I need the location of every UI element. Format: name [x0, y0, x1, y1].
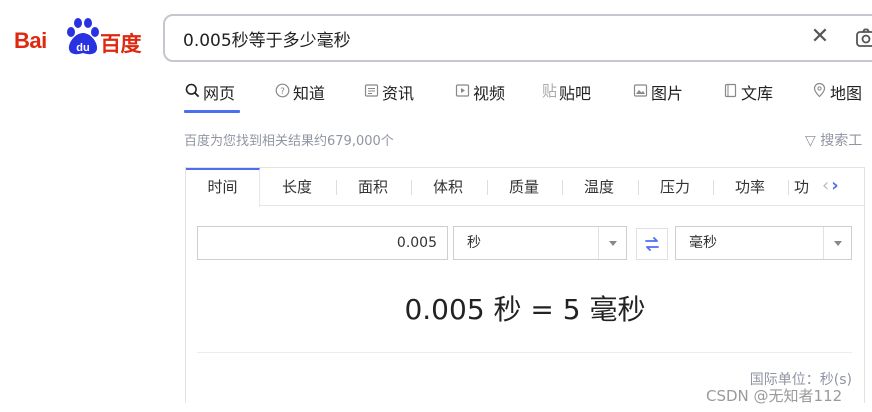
- to-unit-select[interactable]: 毫秒: [675, 226, 852, 260]
- logo-text-du: du: [76, 42, 89, 54]
- nav-item-images[interactable]: 图片: [632, 80, 683, 114]
- doc-icon: [722, 80, 739, 100]
- map-icon: [811, 80, 828, 100]
- chevron-down-icon: [823, 227, 851, 259]
- tieba-icon: 贴: [542, 81, 558, 100]
- nav-item-video[interactable]: 视频: [454, 80, 505, 114]
- tab-length[interactable]: 长度: [260, 168, 334, 206]
- nav-item-zhidao[interactable]: ? 知道: [274, 80, 325, 114]
- tab-power[interactable]: 功率: [713, 168, 787, 206]
- conversion-result: 0.005 秒 = 5 毫秒: [404, 293, 646, 326]
- svg-text:?: ?: [280, 87, 285, 97]
- baidu-logo[interactable]: Bai du 百度: [14, 18, 149, 62]
- nav-item-label: 网页: [203, 84, 236, 103]
- tab-mass[interactable]: 质量: [487, 168, 561, 206]
- unit-converter-card: 时间 长度 面积 体积 质量 温度 压力 功率 功 ‹› 秒 毫秒 0.005 …: [185, 167, 865, 403]
- news-icon: [363, 80, 380, 100]
- nav-item-label: 资讯: [382, 84, 415, 103]
- nav-item-label: 图片: [651, 84, 684, 103]
- tab-scroll-arrows: ‹›: [822, 177, 841, 195]
- nav-item-label: 知道: [293, 84, 326, 103]
- tab-time[interactable]: 时间: [186, 168, 260, 207]
- nav-item-label: 贴吧: [559, 84, 592, 103]
- tab-separator: [788, 180, 789, 195]
- nav-item-label: 地图: [830, 84, 863, 103]
- nav-item-label: 视频: [473, 84, 506, 103]
- active-tab-indicator: [184, 110, 240, 113]
- nav-item-web[interactable]: 网页: [184, 80, 235, 114]
- search-tools-label: 搜索工: [820, 133, 863, 149]
- question-icon: ?: [274, 80, 291, 100]
- nav-item-wenku[interactable]: 文库: [722, 80, 773, 114]
- clear-icon[interactable]: ✕: [808, 26, 832, 50]
- video-icon: [454, 80, 471, 100]
- chevron-down-icon: [598, 227, 626, 259]
- tab-work[interactable]: 功: [794, 168, 822, 206]
- logo-text-bai: Bai: [14, 28, 47, 53]
- from-unit-label: 秒: [467, 235, 481, 251]
- nav-item-news[interactable]: 资讯: [363, 80, 414, 114]
- value-input[interactable]: [197, 226, 448, 260]
- tab-pressure[interactable]: 压力: [638, 168, 712, 206]
- nav-item-tieba[interactable]: 贴 贴吧: [542, 80, 591, 114]
- baidu-paw-icon: du: [67, 18, 99, 55]
- chevron-right-icon[interactable]: ›: [831, 175, 840, 196]
- image-icon: [632, 80, 649, 100]
- swap-units-button[interactable]: [636, 228, 668, 260]
- swap-icon: [645, 237, 659, 251]
- camera-icon[interactable]: [855, 27, 872, 49]
- search-icon: [184, 80, 201, 100]
- tab-volume[interactable]: 体积: [411, 168, 485, 206]
- to-unit-label: 毫秒: [689, 235, 717, 251]
- csdn-watermark: CSDN @无知者112: [706, 387, 843, 405]
- search-tools-button[interactable]: ▽ 搜索工: [805, 130, 862, 150]
- card-divider: [197, 352, 852, 353]
- logo-text-baidu-cn: 百度: [100, 33, 142, 56]
- nav-item-map[interactable]: 地图: [811, 80, 862, 114]
- nav-item-label: 文库: [741, 84, 774, 103]
- tab-area[interactable]: 面积: [336, 168, 410, 206]
- chevron-left-icon[interactable]: ‹: [822, 175, 831, 196]
- search-box: ✕: [163, 14, 872, 62]
- category-tabs: 时间 长度 面积 体积 质量 温度 压力 功率 功 ‹›: [186, 168, 864, 207]
- search-input[interactable]: [183, 16, 783, 60]
- filter-icon: ▽: [805, 133, 816, 149]
- tab-temperature[interactable]: 温度: [562, 168, 636, 206]
- result-count: 百度为您找到相关结果约679,000个: [184, 134, 394, 149]
- from-unit-select[interactable]: 秒: [453, 226, 627, 260]
